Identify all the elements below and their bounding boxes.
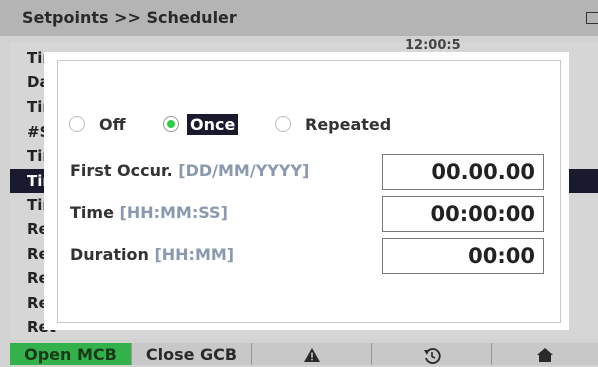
- radio-repeated-label: Repeated: [305, 114, 392, 134]
- time-label-text: Time: [70, 203, 114, 222]
- radio-off-circle[interactable]: [69, 116, 85, 132]
- duration-label: Duration [HH:MM]: [70, 243, 234, 267]
- radio-off-label: Off: [99, 114, 126, 134]
- warning-triangle-icon: [303, 348, 320, 362]
- open-mcb-button[interactable]: Open MCB: [10, 343, 131, 365]
- first-occur-label: First Occur. [DD/MM/YYYY]: [70, 159, 309, 183]
- duration-label-text: Duration: [70, 245, 149, 264]
- window-title-bar: Setpoints >> Scheduler: [0, 0, 598, 36]
- time-label: Time [HH:MM:SS]: [70, 201, 228, 225]
- home-button[interactable]: [491, 343, 598, 365]
- radio-once-circle[interactable]: [163, 116, 179, 132]
- scheduler-dialog: [44, 52, 569, 330]
- home-icon: [537, 348, 553, 362]
- window-corner-icon: [586, 12, 598, 24]
- duration-field[interactable]: 00:00: [382, 238, 544, 274]
- radio-once-label: Once: [187, 113, 239, 135]
- radio-repeated-circle[interactable]: [275, 116, 291, 132]
- duration-hint: [HH:MM]: [154, 245, 235, 264]
- first-occur-field[interactable]: 00.00.00: [382, 154, 544, 190]
- close-gcb-button[interactable]: Close GCB: [131, 343, 251, 365]
- radio-off[interactable]: Off: [69, 113, 129, 135]
- dialog-frame: [57, 60, 561, 323]
- alarm-button[interactable]: [251, 343, 371, 365]
- history-icon: [423, 348, 441, 364]
- radio-once[interactable]: Once: [163, 113, 239, 135]
- page-title: Setpoints >> Scheduler: [22, 8, 237, 27]
- time-hint: [HH:MM:SS]: [119, 203, 228, 222]
- radio-repeated[interactable]: Repeated: [275, 113, 394, 135]
- first-occur-label-text: First Occur.: [70, 161, 173, 180]
- time-field[interactable]: 00:00:00: [382, 196, 544, 232]
- history-button[interactable]: [371, 343, 491, 365]
- first-occur-hint: [DD/MM/YYYY]: [178, 161, 310, 180]
